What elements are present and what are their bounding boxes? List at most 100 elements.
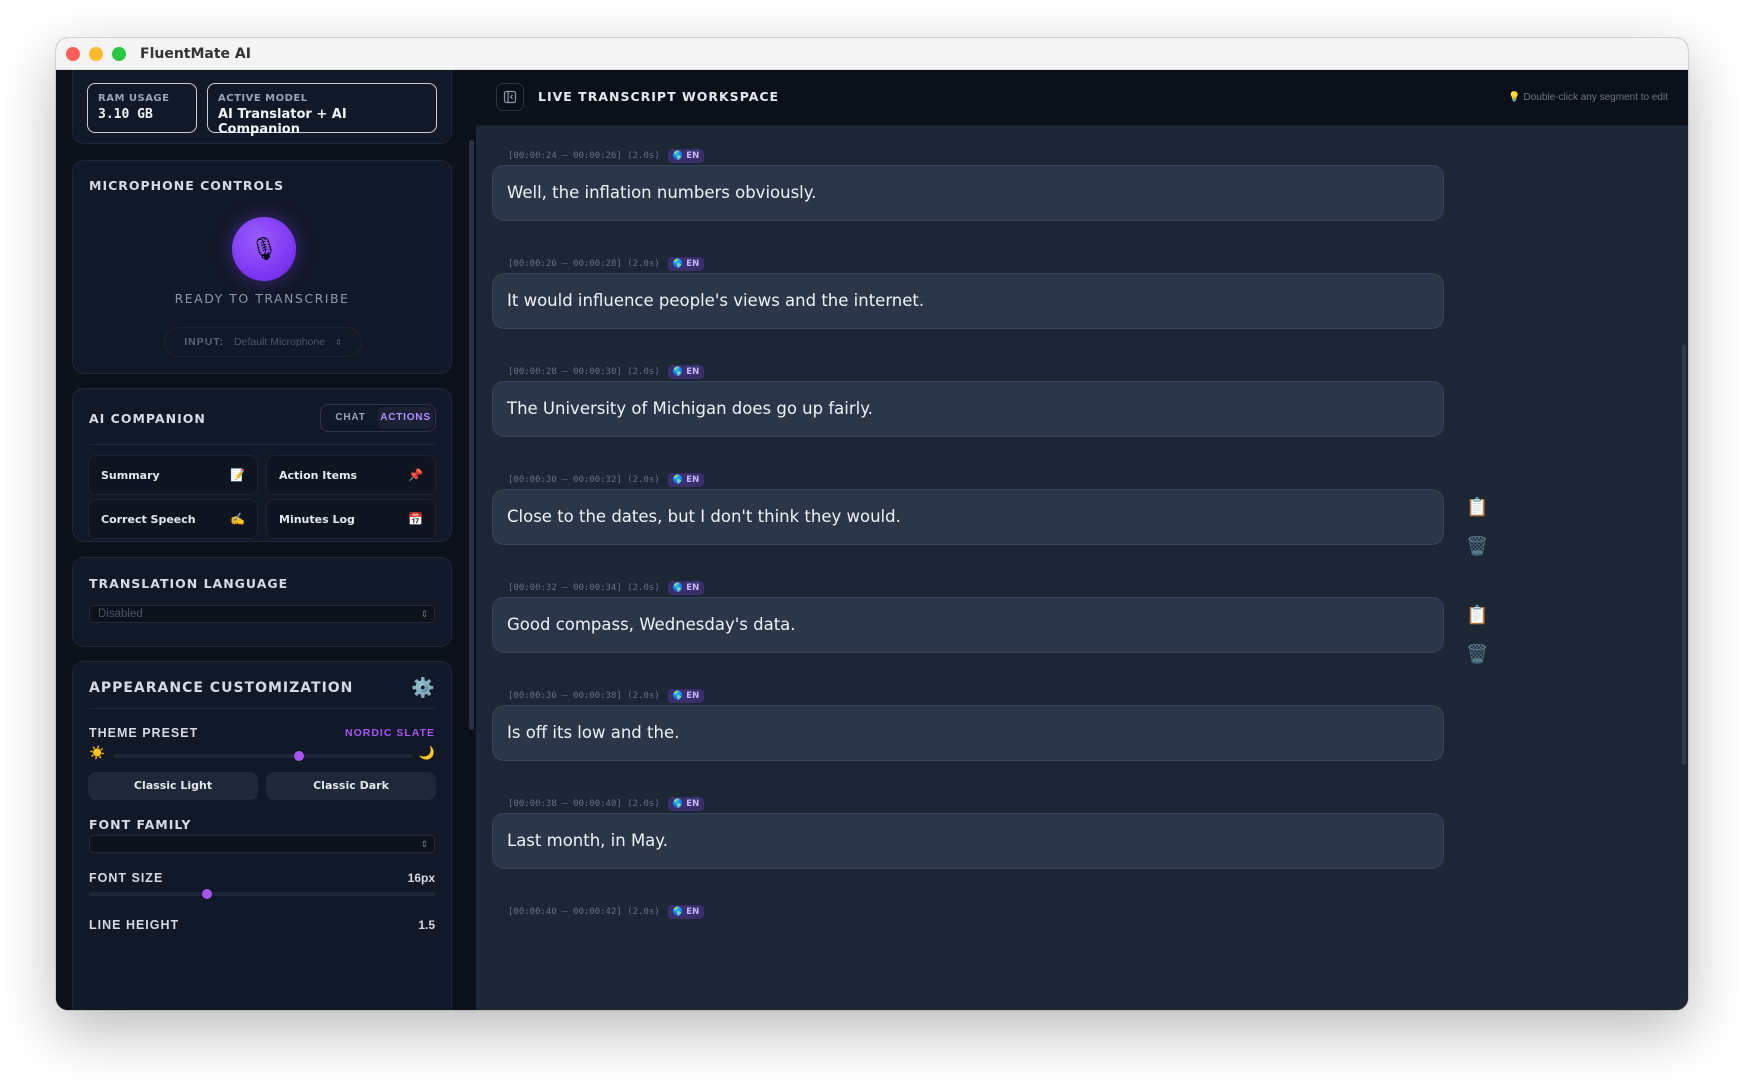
translation-language-select[interactable]: Disabled ⇕: [89, 605, 435, 623]
trash-icon[interactable]: 🗑️: [1466, 644, 1488, 665]
chevron-updown-icon: ⇕: [420, 609, 428, 619]
segment-meta: [00:00:28 – 00:00:30] (2.0s) 🌎 EN: [508, 365, 705, 379]
microphone-button[interactable]: 🎙: [232, 217, 296, 281]
segment-timestamp: [00:00:40 – 00:00:42] (2.0s): [508, 907, 660, 917]
translation-card: TRANSLATION LANGUAGE Disabled ⇕: [72, 557, 452, 647]
font-size-slider-thumb[interactable]: [201, 889, 212, 899]
moon-icon: 🌙: [418, 745, 435, 760]
language-badge: 🌎 EN: [667, 257, 705, 271]
trash-icon[interactable]: 🗑️: [1466, 536, 1488, 557]
classic-dark-button[interactable]: Classic Dark: [266, 772, 436, 800]
segment-meta: [00:00:26 – 00:00:28] (2.0s) 🌎 EN: [508, 257, 705, 271]
font-size-slider[interactable]: [89, 889, 435, 899]
stats-card: RAM USAGE 3.10 GB ACTIVE MODEL AI Transl…: [72, 70, 452, 144]
language-badge: 🌎 EN: [667, 149, 705, 163]
transcript-segment[interactable]: Close to the dates, but I don't think th…: [492, 489, 1444, 545]
ram-usage-box: RAM USAGE 3.10 GB: [87, 83, 197, 133]
copy-icon[interactable]: 📋: [1466, 605, 1488, 626]
transcript-segment[interactable]: Good compass, Wednesday's data.: [492, 597, 1444, 653]
summary-button[interactable]: Summary 📝: [88, 455, 258, 495]
line-height-row: LINE HEIGHT 1.5: [89, 918, 435, 932]
sidebar-scrollbar[interactable]: [469, 140, 474, 730]
memo-icon: 📝: [230, 468, 245, 482]
translation-language-value: Disabled: [98, 608, 143, 620]
maximize-window-button[interactable]: [112, 46, 126, 61]
appearance-title: APPEARANCE CUSTOMIZATION: [89, 680, 354, 696]
font-size-label: FONT SIZE: [89, 871, 164, 885]
transcribe-status: READY TO TRANSCRIBE: [174, 291, 350, 306]
pin-icon: 📌: [408, 468, 423, 482]
segment-meta: [00:00:38 – 00:00:40] (2.0s) 🌎 EN: [508, 797, 705, 811]
window-controls: [66, 46, 126, 61]
theme-preset-value: NORDIC SLATE: [345, 727, 435, 739]
segment-timestamp: [00:00:38 – 00:00:40] (2.0s): [508, 799, 660, 809]
segment-meta: [00:00:36 – 00:00:38] (2.0s) 🌎 EN: [508, 689, 705, 703]
transcript-segment[interactable]: Is off its low and the.: [492, 705, 1444, 761]
language-badge: 🌎 EN: [667, 581, 705, 595]
line-height-label: LINE HEIGHT: [89, 918, 180, 932]
theme-slider[interactable]: [114, 751, 412, 761]
segment-timestamp: [00:00:32 – 00:00:34] (2.0s): [508, 583, 660, 593]
segment-timestamp: [00:00:26 – 00:00:28] (2.0s): [508, 259, 660, 269]
segment-timestamp: [00:00:30 – 00:00:32] (2.0s): [508, 475, 660, 485]
microphone-icon: 🎙: [250, 236, 278, 261]
line-height-value: 1.5: [418, 918, 435, 932]
segment-meta: [00:00:32 – 00:00:34] (2.0s) 🌎 EN: [508, 581, 705, 595]
minimize-window-button[interactable]: [89, 46, 103, 61]
segment-timestamp: [00:00:36 – 00:00:38] (2.0s): [508, 691, 660, 701]
companion-divider: [89, 444, 435, 445]
app-window: FluentMate AI RAM USAGE 3.10 GB ACTIVE M…: [56, 38, 1688, 1010]
appearance-divider: [89, 708, 435, 709]
close-window-button[interactable]: [66, 46, 80, 61]
workspace-scrollbar[interactable]: [1682, 345, 1686, 765]
ram-usage-label: RAM USAGE: [98, 93, 170, 104]
sidebar-collapse-icon: [503, 90, 517, 104]
segment-meta: [00:00:30 – 00:00:32] (2.0s) 🌎 EN: [508, 473, 705, 487]
sidebar: RAM USAGE 3.10 GB ACTIVE MODEL AI Transl…: [56, 70, 476, 1010]
language-badge: 🌎 EN: [667, 797, 705, 811]
companion-mode-toggle: CHAT ACTIONS: [320, 404, 436, 432]
font-family-select[interactable]: ⇕: [89, 835, 435, 853]
workspace-title: LIVE TRANSCRIPT WORKSPACE: [538, 89, 780, 104]
copy-icon[interactable]: 📋: [1466, 497, 1488, 518]
font-size-row: FONT SIZE 16px: [89, 871, 435, 885]
summary-label: Summary: [101, 468, 160, 482]
font-size-value: 16px: [407, 871, 435, 885]
gear-icon[interactable]: ⚙️: [411, 676, 435, 700]
transcript-segment[interactable]: Well, the inflation numbers obviously.: [492, 165, 1444, 221]
appearance-card: APPEARANCE CUSTOMIZATION ⚙️ THEME PRESET…: [72, 661, 452, 1010]
language-badge: 🌎 EN: [667, 689, 705, 703]
classic-light-button[interactable]: Classic Light: [88, 772, 258, 800]
correct-speech-button[interactable]: Correct Speech ✍️: [88, 499, 258, 539]
transcript-segment[interactable]: It would influence people's views and th…: [492, 273, 1444, 329]
input-label: INPUT:: [184, 336, 225, 348]
title-bar: FluentMate AI: [56, 38, 1688, 70]
chevron-updown-icon: ⇕: [335, 337, 342, 347]
segment-timestamp: [00:00:24 – 00:00:26] (2.0s): [508, 151, 660, 161]
transcript-segment[interactable]: Last month, in May.: [492, 813, 1444, 869]
segment-timestamp: [00:00:28 – 00:00:30] (2.0s): [508, 367, 660, 377]
segment-meta: [00:00:40 – 00:00:42] (2.0s) 🌎 EN: [508, 905, 705, 919]
minutes-log-button[interactable]: Minutes Log 📅: [266, 499, 436, 539]
action-items-button[interactable]: Action Items 📌: [266, 455, 436, 495]
input-device-select[interactable]: INPUT: Default Microphone ⇕: [164, 327, 362, 357]
language-badge: 🌎 EN: [667, 365, 705, 379]
tab-chat[interactable]: CHAT: [323, 407, 378, 429]
transcript-segment[interactable]: The University of Michigan does go up fa…: [492, 381, 1444, 437]
microphone-title: MICROPHONE CONTROLS: [89, 178, 285, 193]
workspace-header: LIVE TRANSCRIPT WORKSPACE 💡 Double-click…: [476, 70, 1688, 126]
transcript-workspace: LIVE TRANSCRIPT WORKSPACE 💡 Double-click…: [476, 70, 1688, 1010]
input-value: Default Microphone: [234, 336, 326, 348]
translation-title: TRANSLATION LANGUAGE: [89, 576, 289, 591]
active-model-box: ACTIVE MODEL AI Translator + AI Companio…: [207, 83, 437, 137]
minutes-log-label: Minutes Log: [279, 512, 355, 526]
theme-slider-thumb[interactable]: [293, 751, 304, 761]
correct-speech-label: Correct Speech: [101, 512, 196, 526]
edit-hint: 💡 Double-click any segment to edit: [1508, 92, 1668, 103]
chevron-updown-icon: ⇕: [420, 839, 428, 849]
font-family-label: FONT FAMILY: [89, 817, 192, 832]
active-model-value: AI Translator + AI Companion: [218, 107, 347, 137]
tab-actions[interactable]: ACTIONS: [378, 407, 433, 429]
action-items-label: Action Items: [279, 468, 358, 482]
collapse-sidebar-button[interactable]: [496, 83, 524, 111]
